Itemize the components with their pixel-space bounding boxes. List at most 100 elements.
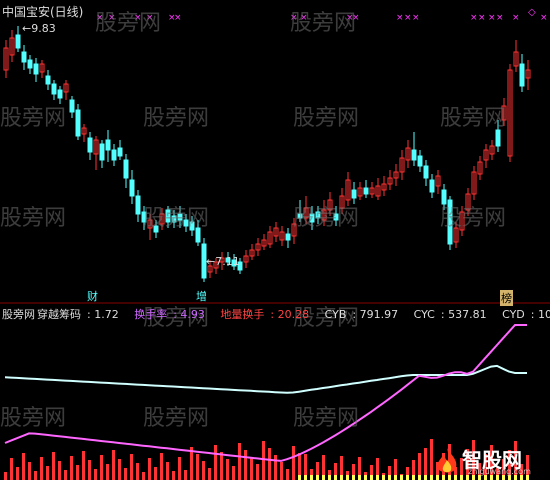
volume-bar [196,454,199,480]
cross-marker: × [478,13,486,23]
volume-cap [382,475,385,480]
volume-bar [28,462,31,480]
volume-cap [328,475,331,480]
candle-body [363,187,369,195]
candle-body [27,59,33,69]
watermark: 股旁网 [293,406,360,431]
candle-body [75,109,81,137]
candle-body [495,129,501,147]
volume-bar [64,470,67,480]
volume-bar [160,453,163,480]
volume-bar [280,462,283,480]
volume-bar [202,461,205,480]
volume-cap [352,475,355,480]
watermark: 股旁网 [143,406,210,431]
candle-body [111,149,117,161]
candlestick-chart[interactable]: × × × × ×× × × ×× × × × × × × × × ×◇ [0,0,550,305]
volume-bar [58,461,61,480]
volume-cap [298,475,301,480]
stock-title: 中国宝安(日线) [2,5,84,19]
candle-body [411,149,417,161]
volume-bar [148,458,151,480]
candle-body [117,147,123,157]
flame-icon [437,448,457,473]
volume-bar [238,443,241,480]
candle-body [51,83,57,95]
cross-marker: × [512,13,520,23]
volume-bar [154,467,157,480]
candle-body [135,195,141,215]
volume-cap [364,475,367,480]
indicator-name: 穿越筹码: 1.72 [37,308,119,321]
cross-marker: × [404,13,412,23]
volume-cap [322,475,325,480]
volume-bar [46,466,49,480]
volume-bar [82,451,85,480]
volume-bar [142,472,145,480]
volume-bar [130,454,133,480]
volume-bar [214,445,217,480]
volume-cap [346,475,349,480]
candle-body [15,34,21,49]
candle-body [69,99,75,113]
volume-bar [274,455,277,480]
volume-bar [430,439,433,480]
huanshou-readout: 换手率: 4.93 [134,308,205,321]
volume-cap [418,475,421,480]
volume-cap [316,475,319,480]
candle-body [87,137,93,153]
volume-cap [430,475,433,480]
watermark: 股旁网 [440,206,507,231]
cross-marker: × [174,13,182,23]
dilie-readout: 地量换手: 20.28 [220,308,310,321]
candle-body [285,233,291,241]
candle-body [417,155,423,167]
logo-url: zhiguwang.com [468,467,531,476]
volume-bar [220,452,223,480]
volume-bar [94,469,97,480]
volume-bar [106,464,109,480]
cross-marker: × [470,13,478,23]
volume-cap [334,475,337,480]
volume-bar [22,453,25,480]
volume-cap [412,475,415,480]
volume-cap [424,475,427,480]
volume-bar [4,472,7,480]
candle-body [45,75,51,85]
cross-marker: × [488,13,496,23]
candle-body [129,179,135,197]
volume-cap [376,475,379,480]
watermark: 股旁网 [95,11,162,36]
volume-bar [256,464,259,480]
volume-bar [226,459,229,480]
candle-body [99,143,105,161]
marker-bang[interactable]: 榜 [500,290,513,306]
volume-bar [292,446,295,480]
volume-bar [34,471,37,480]
watermark: 股旁网 [143,206,210,231]
volume-bar [178,457,181,480]
watermark: 股旁网 [143,106,210,131]
watermark: 股旁网 [0,406,67,431]
volume-cap [304,475,307,480]
candle-body [351,189,357,199]
indicator-header: 股旁网 穿越筹码: 1.72 换手率: 4.93 地量换手: 20.28 CYB:… [2,306,550,322]
cyc-readout: CYC: 537.81 [413,308,487,321]
cyc-line [4,324,527,462]
cross-marker: × [496,13,504,23]
high-price-label: ←9.83 [22,22,56,35]
volume-bar [76,465,79,480]
cross-marker: × [396,13,404,23]
cyb-readout: CYB: 791.97 [324,308,399,321]
candle-body [33,63,39,75]
marker-cai[interactable]: 财 [86,288,99,304]
candle-body [423,165,429,179]
cyd-readout: CYD: 10.94 [502,308,550,321]
volume-bar [100,455,103,480]
candle-body [57,89,63,99]
volume-bar [16,467,19,480]
volume-bar [250,457,253,480]
watermark: 股旁网 [293,206,360,231]
volume-bar [40,457,43,480]
volume-bar [244,450,247,480]
